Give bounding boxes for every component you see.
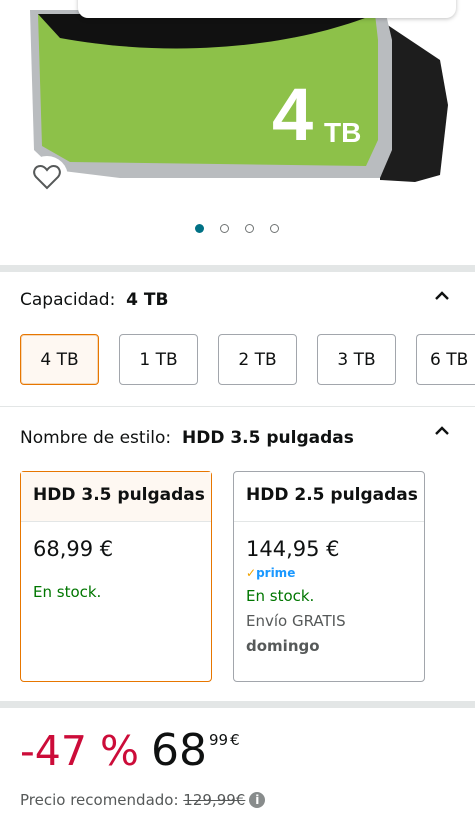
recommended-price: Precio recomendado: 129,99€ i: [20, 791, 266, 809]
style-selected-value: HDD 3.5 pulgadas: [181, 428, 354, 448]
chevron-up-icon[interactable]: [434, 423, 450, 439]
carousel-dot-1[interactable]: [195, 224, 204, 233]
divider: [0, 701, 475, 708]
rrp-value: 129,99€: [183, 791, 246, 809]
delivery-day: domingo: [246, 637, 320, 655]
capacity-option-3tb[interactable]: 3 TB: [317, 334, 396, 385]
search-bar[interactable]: [78, 0, 456, 18]
carousel-dot-4[interactable]: [270, 224, 279, 233]
style-card-hdd-2-5[interactable]: HDD 2.5 pulgadas 144,95 € ✓prime En stoc…: [233, 471, 425, 682]
divider: [0, 265, 475, 272]
capacity-selected-value: 4 TB: [126, 290, 169, 310]
stock-status: En stock.: [33, 583, 102, 601]
price-whole: 68: [150, 725, 207, 776]
hdd-product-image: 4 TB: [30, 10, 448, 182]
capacity-number: 4: [272, 73, 313, 156]
stock-status: En stock.: [246, 587, 315, 605]
price-currency: €: [230, 731, 240, 749]
info-icon[interactable]: i: [249, 792, 266, 808]
style-card-price: 144,95 €: [246, 537, 340, 561]
price-block: -47 % 68 99 €: [20, 728, 240, 778]
capacity-option-4tb[interactable]: 4 TB: [20, 334, 99, 385]
prime-check-icon: ✓: [246, 566, 257, 580]
wishlist-heart-icon[interactable]: [26, 156, 68, 198]
carousel-dot-3[interactable]: [245, 224, 254, 233]
style-card-price: 68,99 €: [33, 537, 114, 561]
divider: [0, 406, 475, 407]
carousel-dot-2[interactable]: [220, 224, 229, 233]
capacity-option-1tb[interactable]: 1 TB: [119, 334, 198, 385]
shipping-text: Envío GRATIS: [246, 612, 346, 630]
price-fraction: 99: [208, 731, 229, 749]
style-heading: Nombre de estilo: HDD 3.5 pulgadas: [20, 428, 354, 448]
style-card-title: HDD 2.5 pulgadas: [234, 472, 424, 522]
style-card-hdd-3-5[interactable]: HDD 3.5 pulgadas 68,99 € En stock.: [20, 471, 212, 682]
prime-badge: ✓prime: [246, 566, 296, 580]
capacity-option-2tb[interactable]: 2 TB: [218, 334, 297, 385]
style-card-title: HDD 3.5 pulgadas: [21, 472, 211, 522]
product-image-carousel[interactable]: 4 TB: [0, 0, 475, 265]
capacity-option-6tb[interactable]: 6 TB: [416, 334, 475, 385]
capacity-heading: Capacidad: 4 TB: [20, 290, 169, 310]
discount-percent: -47 %: [20, 727, 139, 775]
capacity-unit: TB: [324, 117, 361, 148]
chevron-up-icon[interactable]: [434, 288, 450, 304]
